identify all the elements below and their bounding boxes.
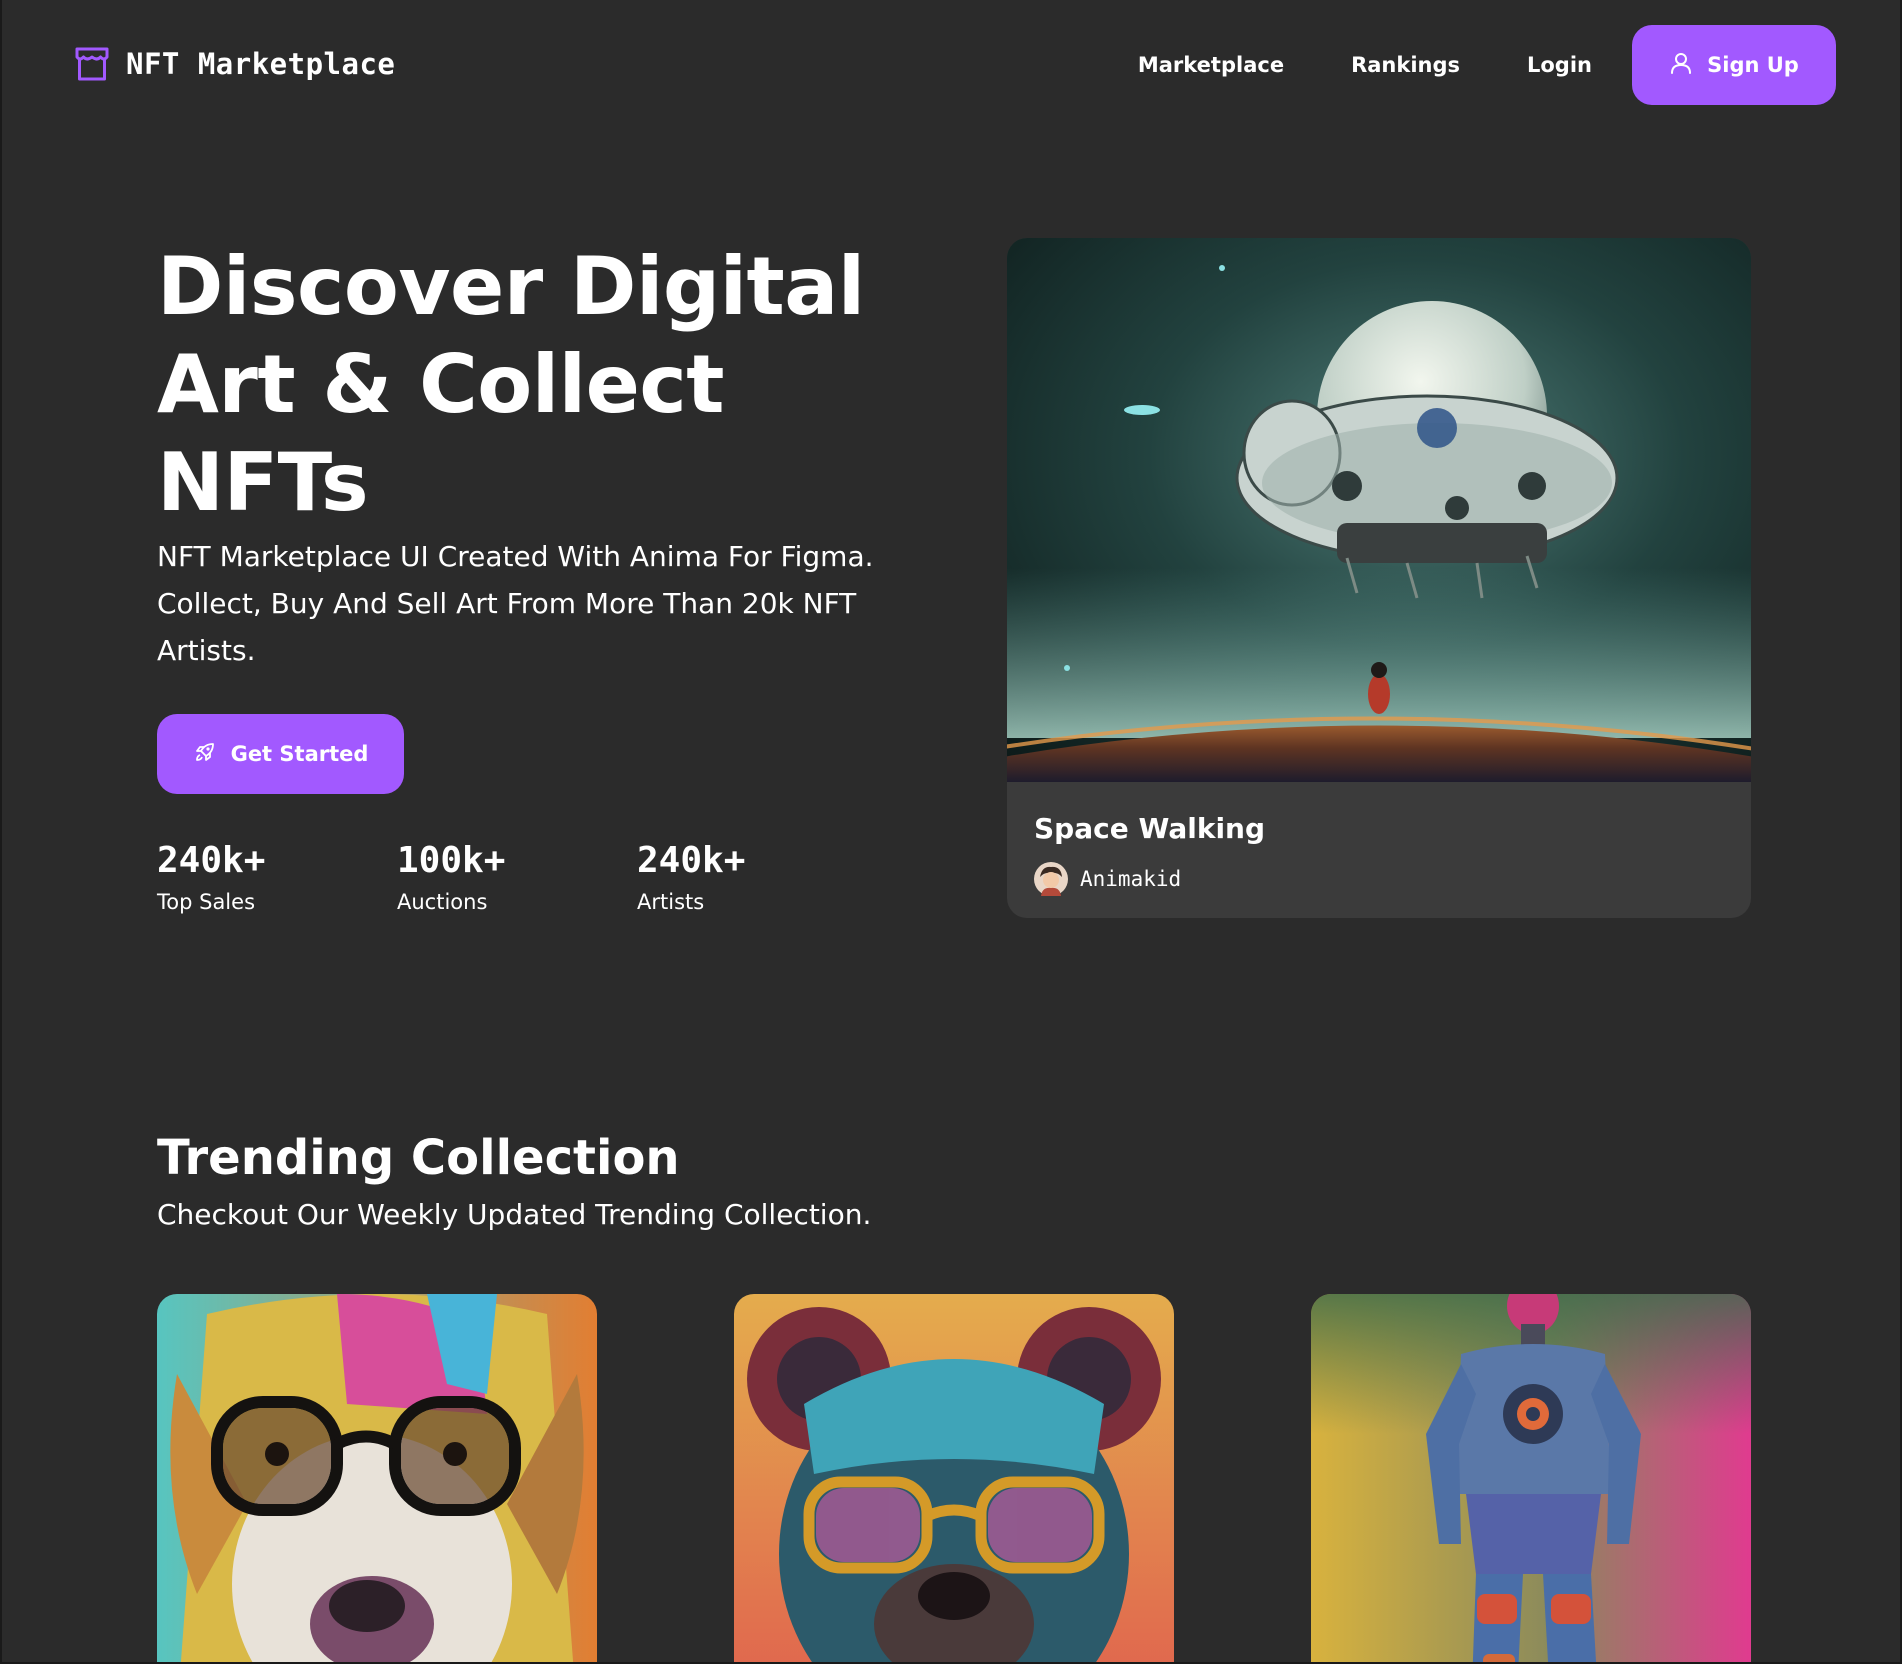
artist-avatar	[1034, 862, 1068, 896]
collection-card-bear[interactable]	[734, 1294, 1174, 1662]
storefront-icon	[74, 46, 110, 82]
stat-artists: 240k+ Artists	[637, 836, 877, 914]
nav-link-marketplace[interactable]: Marketplace	[1138, 53, 1284, 77]
artist-name: Animakid	[1080, 867, 1182, 891]
brand-name: NFT Marketplace	[126, 47, 396, 81]
stat-value: 240k+	[637, 840, 746, 881]
stat-label: Top Sales	[157, 890, 256, 914]
bear-nft-image	[734, 1294, 1174, 1662]
get-started-label: Get Started	[230, 742, 369, 766]
stat-label: Auctions	[397, 890, 488, 914]
hero-subtitle: NFT Marketplace UI Created With Anima Fo…	[157, 540, 874, 667]
stat-auctions: 100k+ Auctions	[397, 836, 637, 914]
featured-nft-title: Space Walking	[1034, 812, 1266, 845]
dog-nft-image	[157, 1294, 597, 1662]
nav-link-login[interactable]: Login	[1527, 53, 1592, 77]
trending-subtitle: Checkout Our Weekly Updated Trending Col…	[157, 1198, 872, 1231]
featured-nft-card[interactable]: Space Walking Animakid	[1007, 238, 1751, 918]
stat-value: 240k+	[157, 840, 266, 881]
stat-top-sales: 240k+ Top Sales	[157, 836, 397, 914]
hero-stats: 240k+ Top Sales 100k+ Auctions 240k+ Art…	[157, 836, 877, 914]
sign-up-label: Sign Up	[1707, 53, 1799, 77]
sign-up-button[interactable]: Sign Up	[1632, 25, 1836, 105]
get-started-button[interactable]: Get Started	[157, 714, 404, 794]
top-nav: NFT Marketplace Marketplace Rankings Log…	[2, 0, 1900, 130]
featured-nft-artist[interactable]: Animakid	[1034, 862, 1181, 896]
stat-label: Artists	[637, 890, 705, 914]
nav-links: Marketplace Rankings Login Sign Up	[1138, 25, 1836, 105]
hero-title: Discover Digital Art & Collect NFTs	[157, 240, 865, 529]
stat-value: 100k+	[397, 840, 506, 881]
collection-card-robot[interactable]	[1311, 1294, 1751, 1662]
robot-nft-image	[1311, 1294, 1751, 1662]
rocket-icon	[193, 740, 217, 769]
page: NFT Marketplace Marketplace Rankings Log…	[0, 0, 1902, 1664]
nav-link-rankings[interactable]: Rankings	[1351, 53, 1460, 77]
user-icon	[1669, 51, 1693, 80]
trending-title: Trending Collection	[157, 1130, 680, 1186]
brand-logo[interactable]: NFT Marketplace	[74, 46, 395, 82]
collection-card-dog[interactable]	[157, 1294, 597, 1662]
featured-nft-image	[1007, 238, 1751, 782]
